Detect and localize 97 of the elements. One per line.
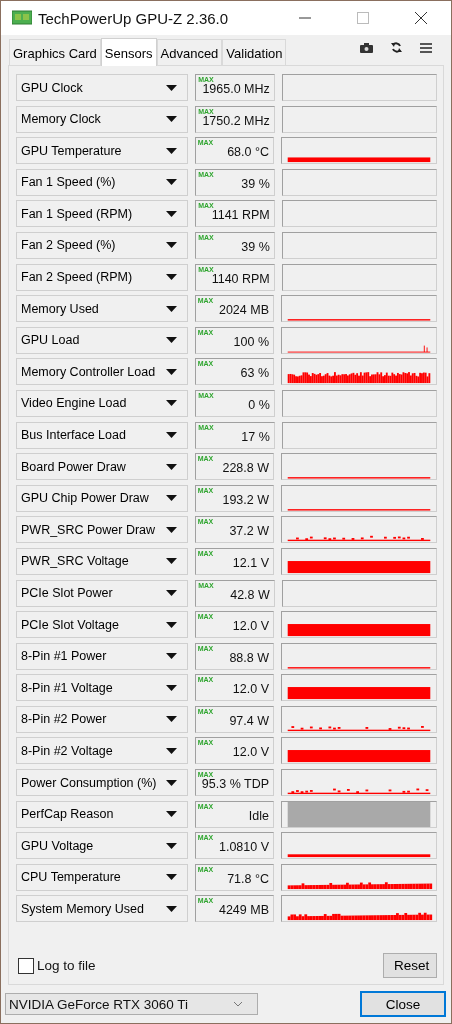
caret-icon [165, 684, 177, 691]
value-text: 2024 MB [218, 303, 269, 319]
sensor-dropdown[interactable]: GPU Voltage [16, 832, 188, 860]
checkbox[interactable] [18, 957, 34, 974]
sensor-dropdown[interactable]: Board Power Draw [16, 453, 188, 481]
sensor-dropdown[interactable]: PCIe Slot Voltage [16, 611, 188, 639]
caret-icon [165, 147, 177, 154]
sensor-dropdown[interactable]: GPU Chip Power Draw [16, 484, 188, 512]
value-text: 12.1 V [232, 555, 269, 571]
caret-icon [165, 463, 177, 470]
value-text: 100 % [233, 334, 269, 350]
value-text: 0 % [248, 397, 270, 413]
value-text: 193.2 W [222, 492, 269, 508]
caret-icon [166, 274, 178, 281]
caret-icon [165, 621, 177, 628]
sensor-dropdown[interactable]: Memory Clock [16, 105, 189, 133]
app-icon [12, 10, 32, 26]
caret-icon [166, 242, 178, 249]
chevron-icon [233, 1001, 243, 1007]
caret-icon [165, 779, 177, 786]
value-text: 12.0 V [232, 619, 269, 635]
caret-icon [166, 84, 178, 91]
tab[interactable]: Graphics Card [9, 39, 101, 65]
sensor-dropdown[interactable]: PerfCap Reason [16, 800, 188, 828]
tab[interactable]: Sensors [100, 38, 157, 66]
sensor-dropdown[interactable]: GPU Load [16, 326, 188, 354]
caret-icon [165, 558, 177, 565]
tab[interactable]: Advanced [156, 39, 223, 65]
caret-icon [166, 590, 178, 596]
value-text: 63 % [240, 366, 269, 382]
caret-icon [165, 653, 177, 660]
sensor-dropdown[interactable]: Fan 2 Speed (%) [16, 231, 189, 259]
sensor-dropdown[interactable]: Memory Used [16, 295, 188, 323]
refresh-icon[interactable] [391, 42, 402, 53]
tab[interactable]: Validation [222, 39, 287, 65]
sensor-dropdown[interactable]: PWR_SRC Voltage [16, 547, 188, 575]
caret-icon [165, 526, 177, 533]
caret-icon [165, 811, 177, 818]
value-text: 228.8 W [222, 461, 269, 477]
caret-icon [165, 905, 177, 912]
caret-icon [165, 368, 177, 375]
value-text: 39 % [241, 176, 270, 192]
caret-icon [165, 337, 177, 344]
caret-icon [166, 432, 178, 439]
caret-icon [165, 716, 177, 723]
value-text: 12.0 V [232, 682, 269, 698]
caret-icon [165, 495, 177, 502]
sensor-dropdown[interactable]: 8-Pin #2 Power [16, 705, 188, 733]
value-text: 17 % [241, 429, 270, 445]
caret-icon [165, 874, 177, 881]
value-text: 42.8 W [230, 587, 270, 603]
sensor-dropdown[interactable]: System Memory Used [16, 895, 188, 923]
camera-icon[interactable] [360, 43, 373, 53]
window-title: TechPowerUp GPU-Z 2.36.0 [38, 9, 229, 27]
value-text: 1.0810 V [218, 840, 269, 856]
value-text: 4249 MB [218, 903, 269, 919]
sensor-dropdown[interactable]: GPU Temperature [16, 137, 188, 165]
value-text: Idle [248, 808, 269, 824]
menu-icon[interactable] [420, 43, 432, 53]
reset-button[interactable]: Reset [383, 953, 437, 978]
sensor-dropdown[interactable]: PCIe Slot Power [16, 579, 189, 607]
caret-icon [166, 400, 178, 407]
caret-icon [166, 210, 178, 217]
sensor-dropdown[interactable]: Fan 2 Speed (RPM) [16, 263, 189, 291]
value-text: 12.0 V [232, 745, 269, 761]
caret-icon [166, 179, 178, 186]
sensor-dropdown[interactable]: PWR_SRC Power Draw [16, 516, 188, 544]
sensor-dropdown[interactable]: Bus Interface Load [16, 421, 189, 449]
sensor-dropdown[interactable]: Video Engine Load [16, 389, 189, 417]
close-button[interactable]: Close [360, 991, 446, 1017]
value-text: 97.4 W [229, 713, 269, 729]
value-text: 1750.2 MHz [202, 113, 270, 129]
sensor-dropdown[interactable]: 8-Pin #1 Voltage [16, 674, 188, 702]
caret-icon [165, 842, 177, 849]
value-text: 1141 RPM [211, 208, 270, 224]
close-icon[interactable] [415, 12, 427, 24]
value-text: 68.0 °C [227, 145, 269, 161]
sensor-dropdown[interactable]: Power Consumption (%) [16, 769, 188, 797]
sensor-dropdown[interactable]: Memory Controller Load [16, 358, 188, 386]
caret-icon [166, 116, 178, 123]
caret-icon [165, 305, 177, 312]
value-text: 1140 RPM [211, 271, 270, 287]
sensor-dropdown[interactable]: Fan 1 Speed (%) [16, 168, 189, 196]
value-text: 95.3 % TDP [201, 777, 269, 793]
sensor-dropdown[interactable]: 8-Pin #1 Power [16, 642, 188, 670]
caret-icon [165, 747, 177, 754]
checkbox-label: Log to file [37, 958, 96, 973]
sensor-dropdown[interactable]: Fan 1 Speed (RPM) [16, 200, 189, 228]
value-text: 1965.0 MHz [202, 82, 270, 97]
value-text: 71.8 °C [227, 871, 269, 887]
value-text: 37.2 W [229, 524, 269, 540]
sensor-dropdown[interactable]: CPU Temperature [16, 863, 188, 891]
value-text: 88.8 W [229, 650, 269, 666]
value-text: 39 % [241, 239, 270, 255]
sensor-dropdown[interactable]: GPU Clock [16, 74, 189, 101]
device-select[interactable]: NVIDIA GeForce RTX 3060 Ti [5, 993, 258, 1015]
sensor-dropdown[interactable]: 8-Pin #2 Voltage [16, 737, 188, 765]
